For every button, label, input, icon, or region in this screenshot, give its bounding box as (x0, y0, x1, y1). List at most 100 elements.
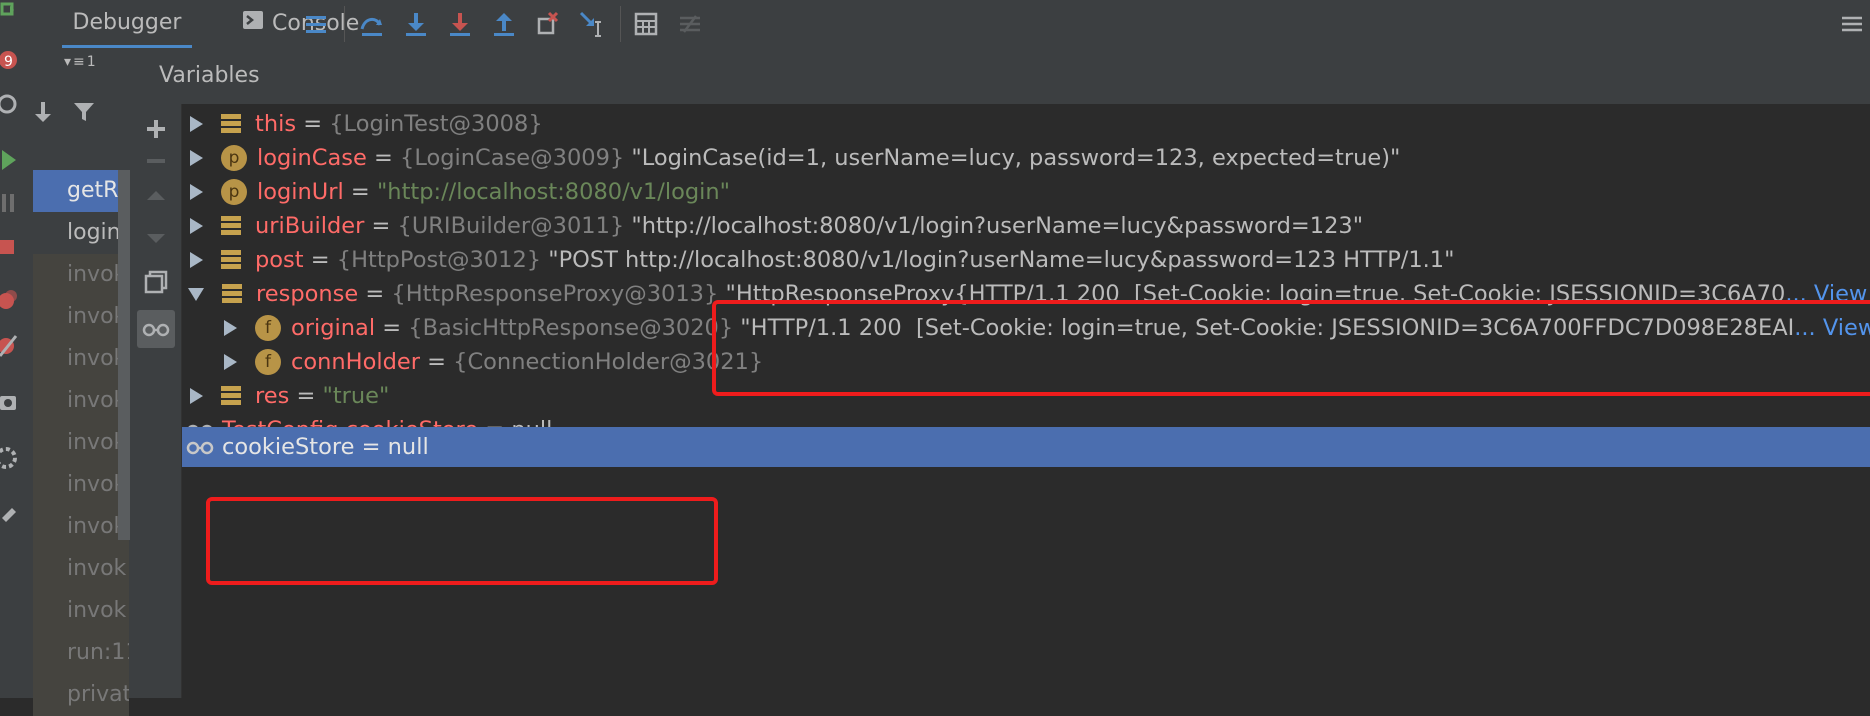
equals-sign: = (289, 383, 323, 409)
field-icon (221, 216, 241, 236)
variable-type: {URIBuilder@3011} (397, 213, 625, 239)
mute-breakpoints-icon (0, 335, 18, 357)
move-up-icon[interactable] (131, 188, 181, 202)
equals-sign: = (354, 434, 388, 460)
force-step-into-icon[interactable] (442, 6, 478, 42)
variable-value: "true" (322, 383, 390, 409)
expand-arrow-icon[interactable] (224, 354, 237, 370)
move-down-icon[interactable] (131, 232, 181, 246)
tab-debugger-label: Debugger (72, 10, 182, 35)
final-field-icon: f (255, 349, 281, 375)
show-watches-toggle[interactable] (131, 310, 181, 348)
error-icon: 9 (0, 51, 17, 70)
variable-type: {HttpResponseProxy@3013} (391, 281, 719, 307)
watch-row-cookiestore[interactable]: cookieStore = null (182, 427, 1870, 467)
camera-icon (0, 396, 16, 410)
field-icon (221, 250, 241, 270)
run-to-cursor-icon[interactable] (574, 6, 610, 42)
final-field-icon: f (255, 315, 281, 341)
gear-icon (0, 447, 17, 469)
left-tool-strip: 9 (0, 0, 29, 698)
frame-item[interactable]: invok (33, 296, 129, 338)
equals-sign: = (364, 213, 398, 239)
down-arrow-icon[interactable] (32, 100, 54, 128)
variable-type: {HttpPost@3012} (336, 247, 542, 273)
equals-sign: = (419, 349, 454, 375)
remove-watch-icon[interactable] (131, 150, 181, 172)
variable-value: "http://localhost:8080/v1/login" (376, 179, 731, 205)
tab-debugger[interactable]: Debugger (62, 0, 192, 48)
stop-icon (0, 240, 14, 254)
frame-item[interactable]: invok (33, 254, 129, 296)
left-tool-icons: 9 (0, 2, 18, 522)
field-icon (221, 386, 241, 406)
resume-icon (2, 150, 16, 170)
variable-value: "http://localhost:8080/v1/login?userName… (624, 213, 1364, 239)
frame-item[interactable]: invok (33, 380, 129, 422)
rerun-icon (0, 2, 14, 16)
highlight-box-response (712, 300, 1870, 396)
variable-name: res (255, 383, 290, 409)
expand-arrow-icon[interactable] (190, 184, 203, 200)
frames-scrollbar[interactable] (118, 170, 130, 540)
variables-header: Variables (131, 48, 1870, 105)
expand-arrow-icon[interactable] (190, 116, 203, 132)
field-icon (221, 114, 241, 134)
toolbar-separator (620, 6, 621, 42)
frames-list: getRe loginT invok invok invok invok inv… (33, 170, 129, 716)
frame-item[interactable]: loginT (33, 212, 129, 254)
variable-value: "LoginCase(id=1, userName=lucy, password… (624, 145, 1401, 171)
step-over-icon[interactable] (354, 6, 390, 42)
watch-expression: cookieStore (222, 434, 355, 460)
threads-dropdown[interactable]: ▾ ≡ 1 (64, 54, 96, 70)
glasses-icon (137, 310, 175, 348)
expand-arrow-icon[interactable] (224, 320, 237, 336)
frame-item[interactable]: invok (33, 548, 129, 590)
layout-menu-icon[interactable] (298, 6, 334, 42)
frame-item[interactable]: invok (33, 422, 129, 464)
restore-layout-icon[interactable] (1834, 6, 1870, 42)
frame-item[interactable]: privat (33, 674, 129, 716)
expand-arrow-icon[interactable] (190, 252, 203, 268)
add-watch-icon[interactable] (131, 118, 181, 140)
view-breakpoints-icon (0, 290, 17, 309)
step-out-icon[interactable] (486, 6, 522, 42)
equals-sign: = (296, 111, 330, 137)
console-icon (242, 10, 264, 36)
filter-icon[interactable] (72, 100, 96, 128)
equals-sign: = (358, 281, 392, 307)
trace-icon[interactable] (672, 6, 708, 42)
debug-toolbar: Debugger Console (28, 0, 1870, 49)
frame-item[interactable]: invok (33, 590, 129, 632)
highlight-box-cookiestore (206, 497, 718, 585)
pause-icon (2, 194, 14, 212)
expand-arrow-icon[interactable] (190, 388, 203, 404)
chevron-down-icon: ▾ (64, 54, 72, 70)
frame-item[interactable]: invok (33, 338, 129, 380)
variable-type: {BasicHttpResponse@3020} (408, 315, 734, 341)
variable-type: {LoginTest@3008} (329, 111, 543, 137)
variables-side-toolbar (131, 104, 182, 698)
variable-name: post (255, 247, 304, 273)
step-into-icon[interactable] (398, 6, 434, 42)
variable-name: loginCase (257, 145, 367, 171)
collapse-arrow-icon[interactable] (188, 287, 204, 301)
frame-item[interactable]: invok (33, 464, 129, 506)
equals-sign: = (375, 315, 409, 341)
parameter-icon: p (221, 179, 247, 205)
expand-arrow-icon[interactable] (190, 218, 203, 234)
glasses-icon (186, 439, 214, 455)
watch-value: null (387, 434, 429, 460)
frame-item[interactable]: run:11 (33, 632, 129, 674)
evaluate-expression-icon[interactable] (628, 6, 664, 42)
variables-tree: this = {LoginTest@3008} p loginCase = {L… (182, 104, 1870, 698)
settings-small-icon (0, 94, 17, 114)
drop-frame-icon[interactable] (530, 6, 566, 42)
field-icon (222, 284, 242, 304)
expand-arrow-icon[interactable] (190, 150, 203, 166)
frame-item[interactable]: invok (33, 506, 129, 548)
copy-icon[interactable] (131, 270, 181, 294)
frame-item[interactable]: getRe (33, 170, 129, 212)
variable-name: response (256, 281, 359, 307)
list-icon: ≡ (73, 54, 85, 70)
